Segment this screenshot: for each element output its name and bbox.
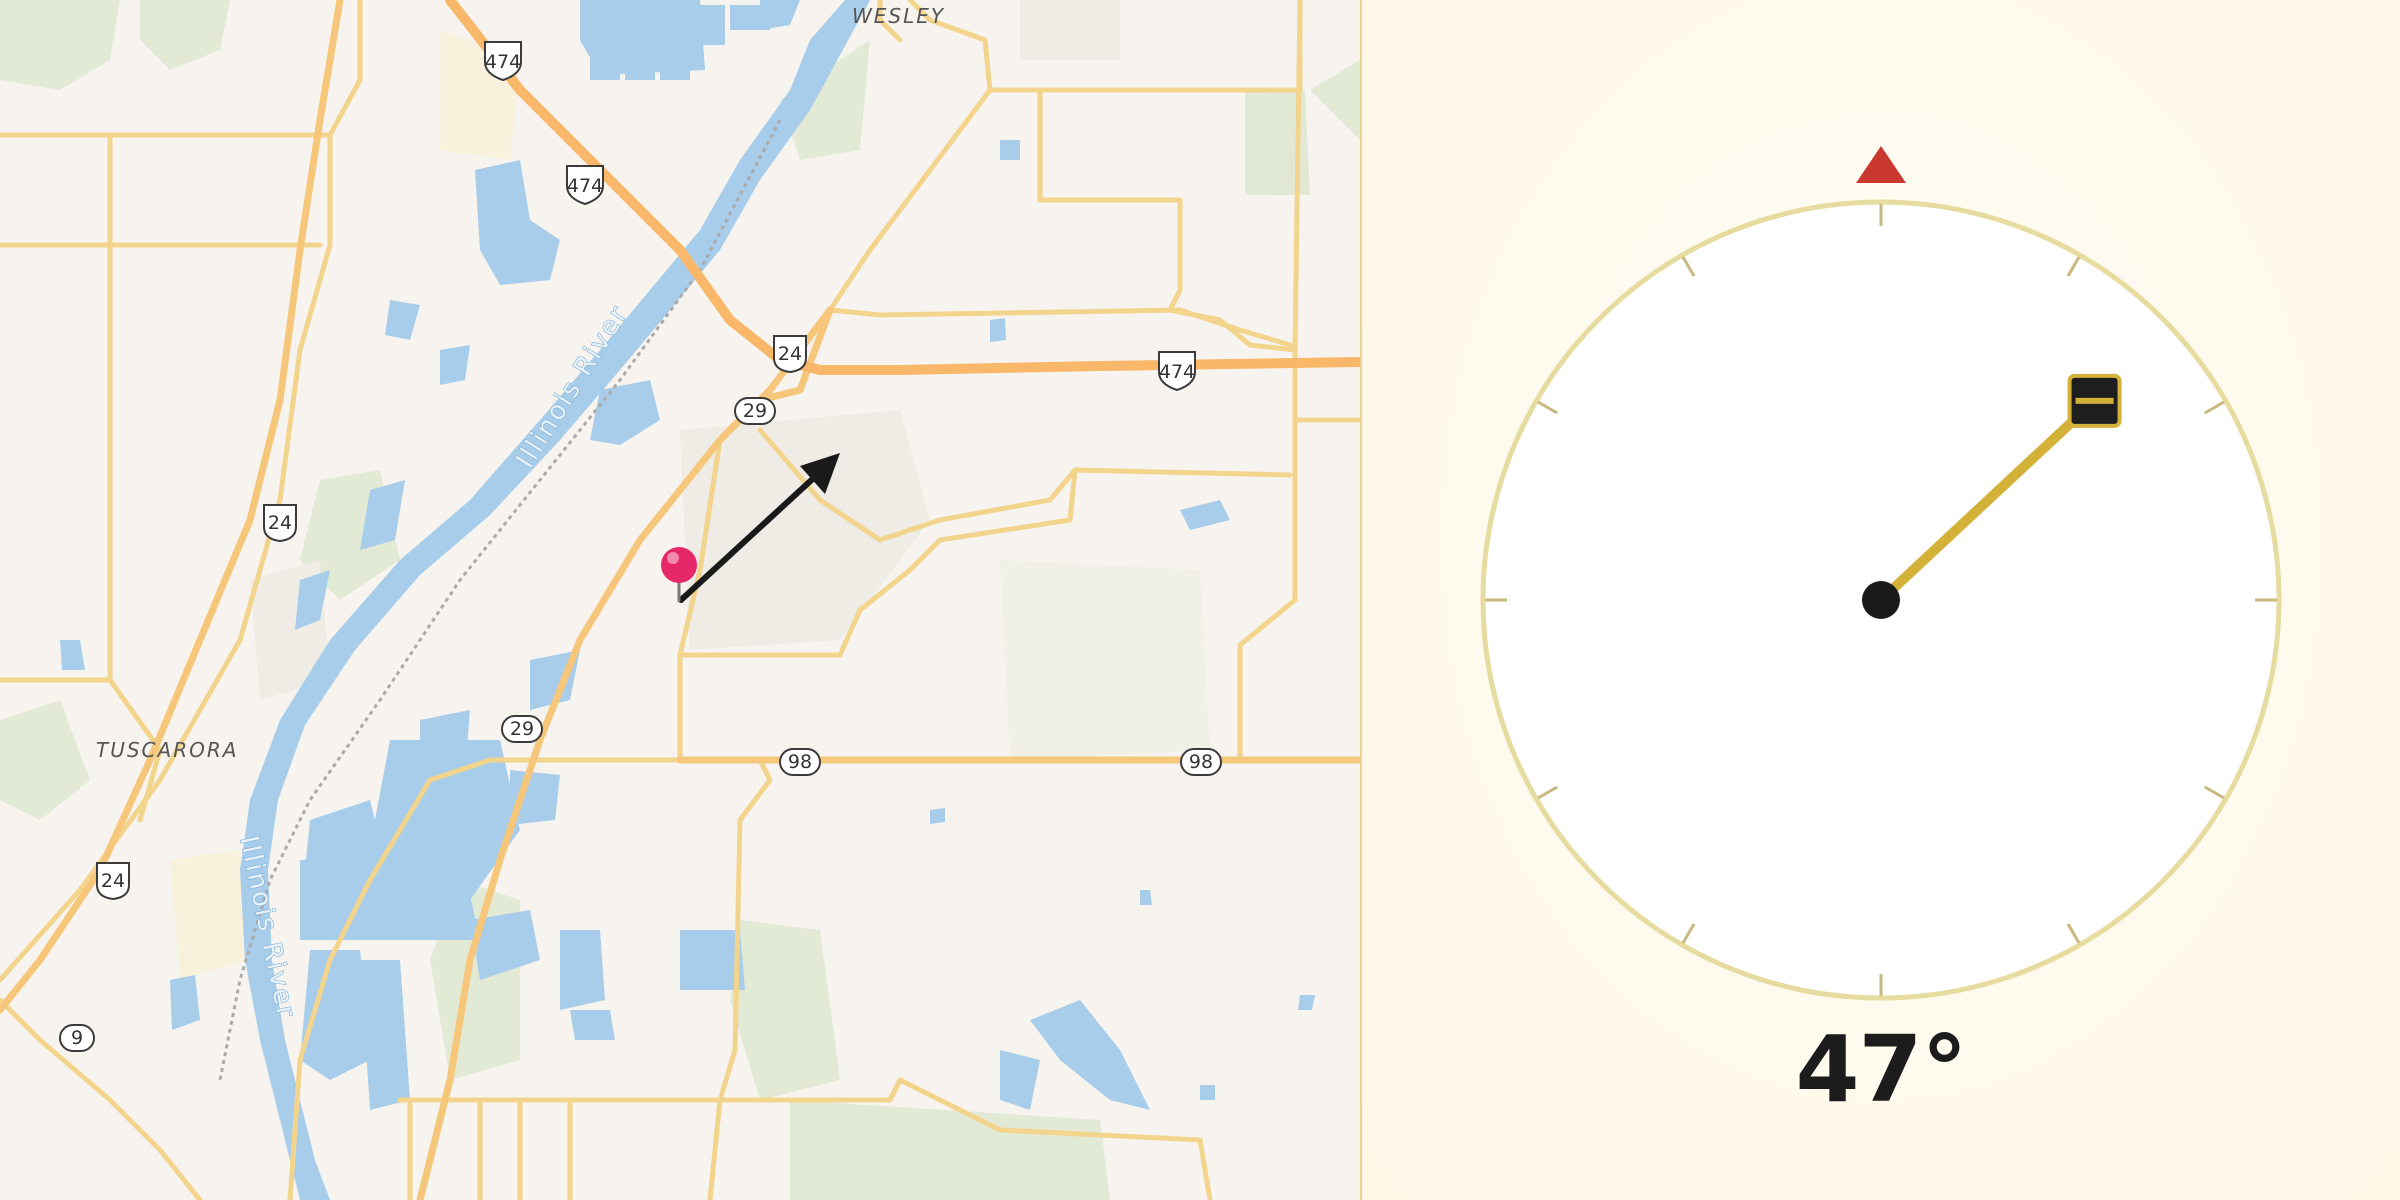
interstate-474-shield-3: 474 [1158, 351, 1196, 392]
svg-text:29: 29 [510, 718, 534, 740]
svg-text:98: 98 [788, 751, 812, 773]
interstate-474-shield-1: 474 [484, 41, 522, 82]
map-panel[interactable]: WESLEY TUSCARORA Illinois River Illinois… [0, 0, 1362, 1200]
route-98-badge-2: 98 [1180, 748, 1222, 776]
svg-text:9: 9 [71, 1027, 83, 1049]
svg-text:98: 98 [1189, 751, 1213, 773]
svg-text:24: 24 [778, 343, 802, 365]
heading-readout: 47° [1795, 1016, 1967, 1123]
compass-panel: 47° [1362, 0, 2400, 1200]
svg-text:24: 24 [101, 870, 125, 892]
us-24-shield-1: 24 [773, 335, 807, 374]
us-24-shield-3: 24 [96, 862, 130, 901]
town-label-wesley: WESLEY [852, 4, 945, 28]
route-29-badge-2: 29 [501, 715, 543, 743]
north-marker-icon [1856, 146, 1906, 183]
town-label-tuscarora: TUSCARORA [96, 738, 238, 762]
svg-text:24: 24 [268, 512, 292, 534]
route-9-badge: 9 [59, 1024, 95, 1052]
route-98-badge-1: 98 [779, 748, 821, 776]
svg-text:474: 474 [485, 51, 521, 73]
us-24-shield-2: 24 [263, 504, 297, 543]
svg-text:474: 474 [567, 175, 603, 197]
interstate-474-shield-2: 474 [566, 165, 604, 206]
needle-handle[interactable] [2067, 373, 2122, 428]
svg-text:474: 474 [1159, 361, 1195, 383]
dial-center-hub [1862, 581, 1900, 619]
svg-text:29: 29 [743, 400, 767, 422]
route-29-badge-1: 29 [734, 397, 776, 425]
map-canvas[interactable]: WESLEY TUSCARORA Illinois River Illinois… [0, 0, 1360, 1200]
